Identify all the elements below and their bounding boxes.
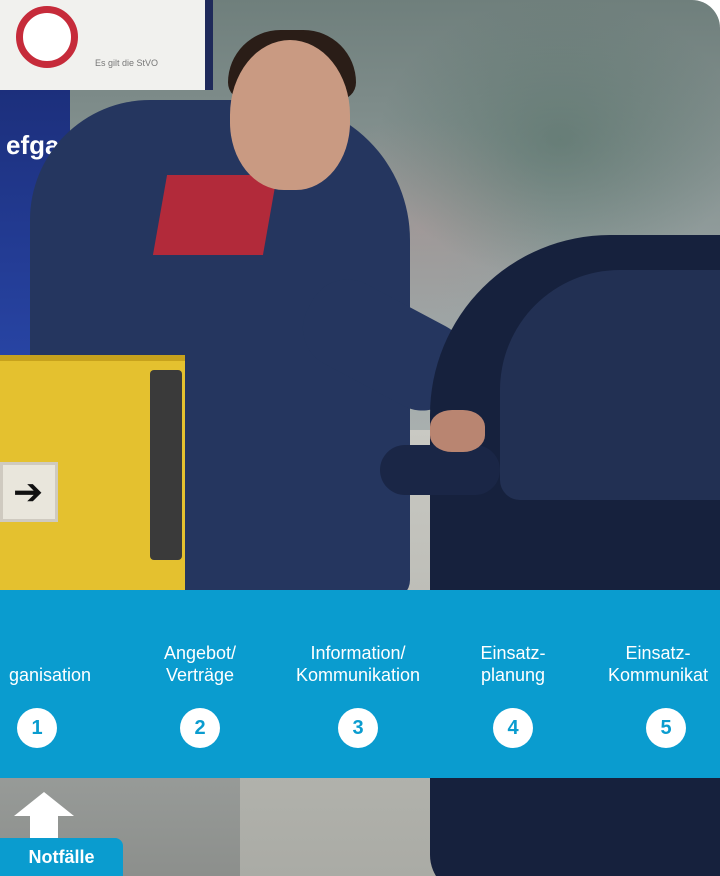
nav-item-einsatz-kommunikation[interactable]: Einsatz- Kommunikat 5 — [578, 590, 720, 778]
no-parking-sign-icon — [16, 6, 78, 68]
photo-arrow-plate: ➔ — [0, 462, 58, 522]
photo-collar — [152, 175, 278, 255]
arrow-up-icon — [14, 792, 74, 838]
step-number-2: 2 — [180, 708, 220, 748]
sign-caption: Es gilt die StVO — [95, 58, 159, 68]
nav-item-einsatzplanung[interactable]: Einsatz- planung 4 — [458, 590, 568, 778]
step-number-5: 5 — [646, 708, 686, 748]
nav-item-organisation[interactable]: ganisation 1 — [0, 590, 120, 778]
nav-label: Information/ Kommunikation — [268, 636, 448, 686]
step-number-1: 1 — [17, 708, 57, 748]
notfaelle-button[interactable]: Notfälle — [0, 838, 123, 876]
nav-label-line1: Einsatz- — [625, 643, 691, 663]
nav-label-line2: Kommunikation — [295, 665, 421, 685]
nav-label-line2: Kommunikat — [607, 665, 709, 685]
nav-label-line1: Information/ — [310, 643, 406, 663]
nav-label-line1: Einsatz- — [480, 643, 546, 663]
step-number-4: 4 — [493, 708, 533, 748]
nav-item-angebot-vertraege[interactable]: Angebot/ Verträge 2 — [140, 590, 260, 778]
arrow-right-icon: ➔ — [13, 471, 44, 512]
nav-label-line1: Angebot/ — [163, 643, 237, 663]
nav-label-line2: ganisation — [8, 665, 92, 685]
photo-sign: Es gilt die StVO — [0, 0, 213, 90]
nav-label: Einsatz- planung — [458, 636, 568, 686]
process-nav: ganisation 1 Angebot/ Verträge 2 Informa… — [0, 590, 720, 778]
photo-hand — [430, 410, 485, 452]
nav-label: ganisation — [0, 636, 120, 686]
nav-label: Angebot/ Verträge — [140, 636, 260, 686]
photo-machine-panel — [150, 370, 182, 560]
nav-label: Einsatz- Kommunikat — [578, 636, 720, 686]
nav-item-information-kommunikation[interactable]: Information/ Kommunikation 3 — [268, 590, 448, 778]
step-number-3: 3 — [338, 708, 378, 748]
page-frame: Es gilt die StVO efga ➔ ganisation 1 Ang… — [0, 0, 720, 876]
photo-car-mirror — [380, 445, 500, 495]
nav-label-line2: Verträge — [165, 665, 235, 685]
nav-label-line2: planung — [480, 665, 546, 685]
photo-head — [230, 40, 350, 190]
